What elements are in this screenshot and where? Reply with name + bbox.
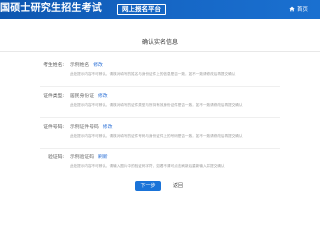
next-step-button[interactable]: 下一步	[135, 181, 161, 191]
title-divider	[0, 51, 320, 52]
verify-hint: 此处提示内容不可辨认，请输入图片中的验证码字符，如看不清可点击刷新后重新输入并提…	[70, 164, 225, 168]
verify-value: 示例验证码	[70, 155, 94, 160]
name-hint: 此处提示内容不可辨认，请核对填写的姓名与身份证件上的信息是否一致，如不一致请修改…	[70, 72, 236, 76]
top-header-bar: 国硕士研究生招生考试 网上报名平台 首页	[0, 0, 320, 19]
id-type-value: 居民身份证	[70, 94, 94, 99]
row-divider	[40, 117, 280, 118]
id-type-value-group: 居民身份证 修改	[70, 93, 108, 100]
id-number-value: 示例证件号码	[70, 125, 99, 130]
platform-badge: 网上报名平台	[117, 4, 166, 15]
id-number-label: 证件号码:	[43, 125, 64, 130]
verify-label: 验证码:	[47, 155, 64, 160]
name-value-group: 示例姓名 修改	[70, 62, 103, 69]
page-title: 确认实名信息	[141, 39, 178, 46]
id-number-hint: 此处提示内容不可辨认，请核对填写的证件号码与身份证件上的号码是否一致，如不一致请…	[70, 134, 243, 138]
id-number-value-group: 示例证件号码 修改	[70, 124, 112, 131]
id-type-hint: 此处提示内容不可辨认，请核对填写的证件类型与所持有效身份证件是否一致，如不一致请…	[70, 103, 243, 107]
verify-value-group: 示例验证码 刷新	[70, 154, 108, 161]
name-label: 考生姓名:	[43, 63, 64, 68]
id-type-edit-link[interactable]: 修改	[98, 94, 108, 99]
back-button[interactable]: 返回	[168, 181, 188, 191]
row-divider	[40, 86, 280, 87]
id-type-label: 证件类型:	[43, 94, 64, 99]
verify-refresh-link[interactable]: 刷新	[98, 155, 108, 160]
row-divider	[40, 148, 280, 149]
home-link-label: 首页	[296, 7, 308, 13]
home-link[interactable]: 首页	[289, 5, 308, 13]
home-icon	[289, 6, 295, 12]
name-value: 示例姓名	[70, 63, 90, 68]
id-number-edit-link[interactable]: 修改	[103, 125, 113, 130]
name-edit-link[interactable]: 修改	[93, 63, 103, 68]
site-title: 国硕士研究生招生考试	[0, 3, 102, 14]
